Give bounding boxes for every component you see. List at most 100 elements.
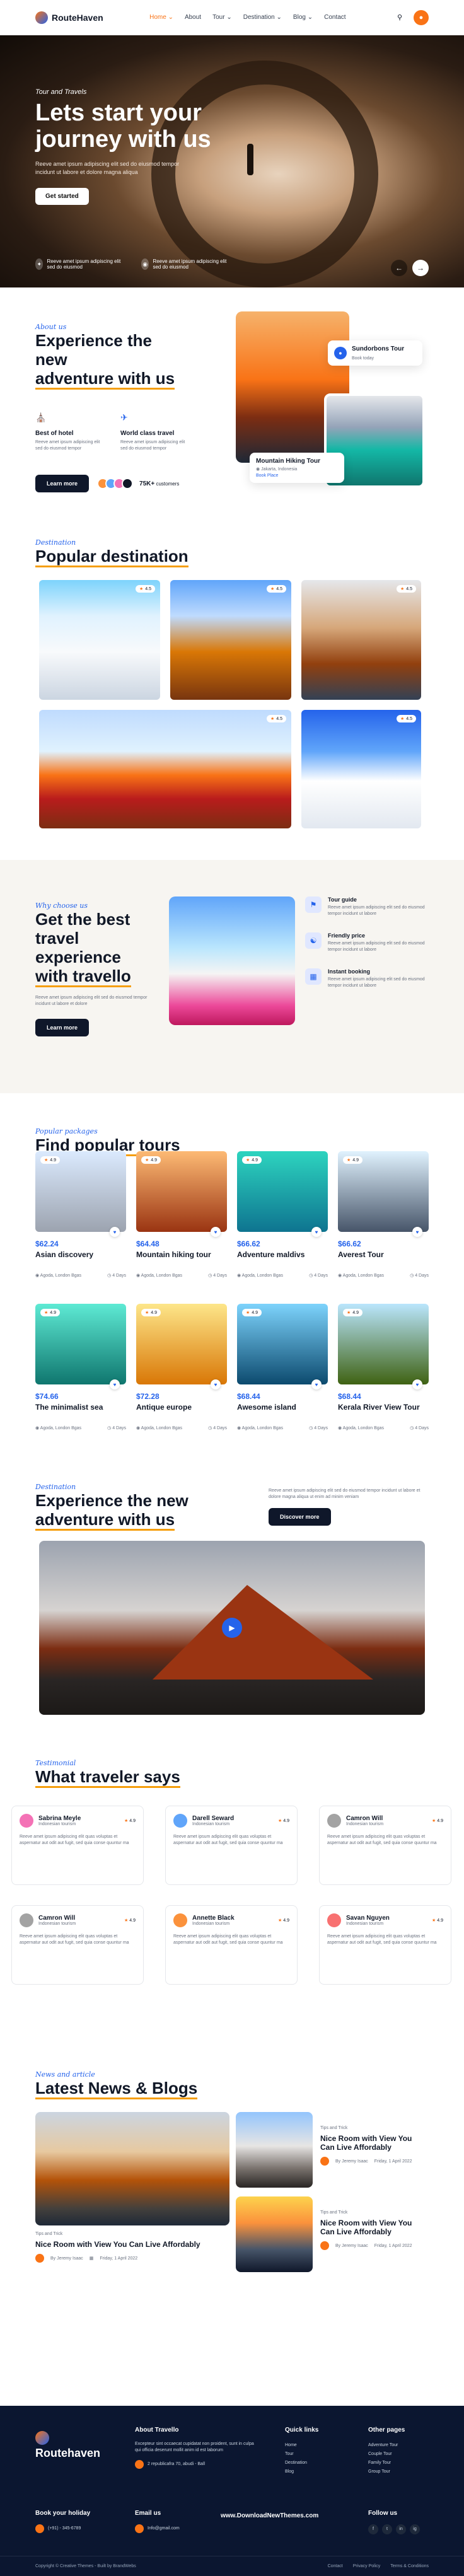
footer-link[interactable]: Group Tour [368, 2468, 405, 2476]
tour-card[interactable]: ★ 4.9 ♥ $72.28 Antique europe ◉ Agoda, London… [136, 1304, 227, 1444]
footer-link[interactable]: Tour [285, 2450, 318, 2459]
tour-image: ★ 4.9 ♥ [237, 1151, 328, 1237]
nav-destination[interactable]: Destination ⌄ [243, 14, 282, 21]
adventure-title-line2: adventure with us [35, 1510, 175, 1531]
tour-card-location: ◉ Jakarta, Indonesia [256, 467, 338, 472]
footer-other-title: Other pages [368, 2427, 405, 2434]
sundorbons-tour-card[interactable]: ● Sundorbons Tour Book today [328, 340, 422, 366]
rating-badge: ★ 4.5 [135, 585, 155, 593]
play-icon[interactable]: ▶ [222, 1618, 242, 1638]
destination-image-4[interactable]: ★ 4.5 [39, 710, 291, 828]
about-feature-desc: Reeve amet ipsum adipiscing elit sed do … [120, 440, 185, 451]
footer-link[interactable]: Family Tour [368, 2459, 405, 2468]
tour-card[interactable]: ★ 4.9 ♥ $68.44 Kerala River View Tour ◉ Agoda… [338, 1304, 429, 1444]
nav-blog[interactable]: Blog ⌄ [293, 14, 313, 21]
adventure-heading: Destination Experience the new adventure… [35, 1483, 188, 1531]
tour-card-title: Sundorbons Tour [352, 345, 405, 352]
get-started-button[interactable]: Get started [35, 188, 89, 205]
footer-link[interactable]: Home [285, 2441, 318, 2450]
book-place-link[interactable]: Book Place [256, 473, 338, 478]
tour-price: $64.48 [136, 1239, 160, 1248]
search-icon[interactable]: ⚲ [392, 10, 407, 25]
news-main-card[interactable]: Tips and Trick Nice Room with View You C… [35, 2112, 229, 2263]
testimonial-card: Annette Black Indonesian tourism ★ 4.9 Reev… [165, 1905, 298, 1985]
news-side-title[interactable]: Nice Room with View You Can Live Afforda… [320, 2219, 426, 2236]
destination-image-1[interactable]: ★ 4.5 [39, 580, 160, 700]
nav-contact[interactable]: Contact [324, 14, 345, 21]
tour-card[interactable]: ★ 4.9 ♥ $68.44 Awesome island ◉ Agoda, London… [237, 1304, 328, 1444]
tour-name[interactable]: The minimalist sea [35, 1403, 126, 1412]
tour-name[interactable]: Kerala River View Tour [338, 1403, 429, 1412]
tour-name[interactable]: Awesome island [237, 1403, 328, 1412]
user-icon[interactable]: ● [413, 9, 429, 25]
tour-name[interactable]: Antique europe [136, 1403, 227, 1412]
footer-link[interactable]: Couple Tour [368, 2450, 405, 2459]
header-tools: ⚲ ● [392, 9, 429, 25]
heart-icon[interactable]: ♥ [211, 1379, 221, 1390]
arrow-left-icon[interactable]: ← [391, 260, 407, 276]
footer-website[interactable]: www.DownloadNewThemes.com [221, 2512, 318, 2521]
tour-meta: ◉ Agoda, London Bgas ◷ 4 Days [338, 1273, 429, 1278]
footer-legal-link[interactable]: Terms & Conditions [390, 2564, 429, 2568]
footer-link[interactable]: Blog [285, 2468, 318, 2476]
hero-feature: ✦ Reeve amet ipsum adipiscing elit sed d… [35, 258, 124, 270]
tour-days: 4 Days [213, 1273, 227, 1278]
nav-home[interactable]: Home ⌄ [149, 14, 173, 21]
heart-icon[interactable]: ♥ [211, 1227, 221, 1237]
tour-card[interactable]: ★ 4.9 ♥ $62.24 Asian discovery ◉ Agoda, Londo… [35, 1151, 126, 1291]
tour-card[interactable]: ★ 4.9 ♥ $74.66 The minimalist sea ◉ Agoda, Lo… [35, 1304, 126, 1444]
destination-kicker: Destination [35, 538, 76, 547]
tour-name[interactable]: Adventure maldivs [237, 1250, 328, 1259]
heart-icon[interactable]: ♥ [412, 1227, 422, 1237]
testimonial-card: Savan Nguyen Indonesian tourism ★ 4.9 Reeve… [319, 1905, 451, 1985]
arrow-right-icon[interactable]: → [412, 260, 429, 276]
tour-card[interactable]: ★ 4.9 ♥ $64.48 Mountain hiking tour ◉ Agoda, … [136, 1151, 227, 1291]
destination-heading: Destination Popular destination [35, 538, 188, 567]
nav-tour[interactable]: Tour ⌄ [212, 14, 232, 21]
destination-image-5[interactable]: ★ 4.5 [301, 710, 421, 828]
footer-link[interactable]: Adventure Tour [368, 2441, 405, 2450]
logo[interactable]: RouteHaven [35, 11, 103, 24]
about-title-line1: Experience the new [35, 331, 152, 369]
clock-icon: ◷ [107, 1273, 112, 1278]
why-content: Why choose us Get the best travel experi… [35, 902, 161, 1036]
video-player[interactable]: ▶ [39, 1541, 425, 1715]
facebook-icon[interactable]: f [368, 2524, 378, 2534]
tour-card[interactable]: ★ 4.9 ♥ $66.62 Adventure maldivs ◉ Agoda, Lon… [237, 1151, 328, 1291]
nav-about[interactable]: About [185, 14, 201, 21]
heart-icon[interactable]: ♥ [311, 1227, 322, 1237]
news-side-card[interactable]: Tips and Trick Nice Room with View You C… [236, 2112, 426, 2188]
footer-legal-link[interactable]: Contact [328, 2564, 343, 2568]
footer-email-row[interactable]: Info@gmail.com [135, 2524, 180, 2533]
mountain-hiking-card[interactable]: Mountain Hiking Tour ◉ Jakarta, Indonesi… [250, 453, 344, 483]
learn-more-button[interactable]: Learn more [35, 475, 90, 492]
destination-image-2[interactable]: ★ 4.5 [170, 580, 291, 700]
tour-name[interactable]: Asian discovery [35, 1250, 126, 1259]
heart-icon[interactable]: ♥ [110, 1227, 120, 1237]
news-side-title[interactable]: Nice Room with View You Can Live Afforda… [320, 2134, 426, 2152]
adventure-title: Experience the new adventure with us [35, 1491, 188, 1531]
news-side-card[interactable]: Tips and Trick Nice Room with View You C… [236, 2196, 426, 2272]
tour-price: $68.44 [338, 1392, 361, 1401]
tour-name[interactable]: Mountain hiking tour [136, 1250, 227, 1259]
heart-icon[interactable]: ♥ [110, 1379, 120, 1390]
news-section: News and article Latest News & Blogs Tip… [0, 2045, 464, 2335]
destination-image-3[interactable]: ★ 4.5 [301, 580, 421, 700]
instagram-icon[interactable]: ig [410, 2524, 420, 2534]
why-title-line1: Get the best [35, 910, 130, 929]
footer-phone[interactable]: (+91) - 345-6789 [35, 2524, 90, 2533]
tour-name[interactable]: Averest Tour [338, 1250, 429, 1259]
footer-legal-link[interactable]: Privacy Policy [353, 2564, 381, 2568]
footer-link[interactable]: Destination [285, 2459, 318, 2468]
tour-duration: ◷ 4 Days [107, 1425, 126, 1430]
tour-card[interactable]: ★ 4.9 ♥ $66.62 Averest Tour ◉ Agoda, London B… [338, 1151, 429, 1291]
news-main-title[interactable]: Nice Room with View You Can Live Afforda… [35, 2240, 229, 2249]
linkedin-icon[interactable]: in [396, 2524, 406, 2534]
why-learn-more-button[interactable]: Learn more [35, 1019, 90, 1036]
heart-icon[interactable]: ♥ [311, 1379, 322, 1390]
news-category: Tips and Trick [35, 2232, 63, 2236]
discover-more-button[interactable]: Discover more [269, 1508, 331, 1526]
heart-icon[interactable]: ♥ [412, 1379, 422, 1390]
twitter-icon[interactable]: t [382, 2524, 392, 2534]
clock-icon: ◷ [208, 1426, 212, 1430]
